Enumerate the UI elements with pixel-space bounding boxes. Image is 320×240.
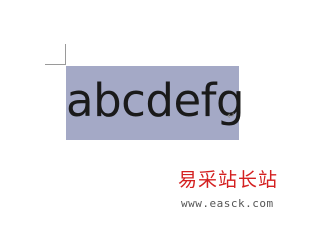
watermark-title: 易采站长站 xyxy=(178,169,279,191)
paragraph-mark-icon: ↵ xyxy=(227,111,236,122)
document-canvas[interactable]: abcdefg ↵ 易采站长站 www.easck.com xyxy=(0,0,297,221)
watermark-url: www.easck.com xyxy=(181,197,274,210)
margin-corner-mark-horizontal xyxy=(45,64,66,65)
margin-corner-mark-vertical xyxy=(65,44,66,65)
selected-document-text[interactable]: abcdefg xyxy=(66,75,245,127)
